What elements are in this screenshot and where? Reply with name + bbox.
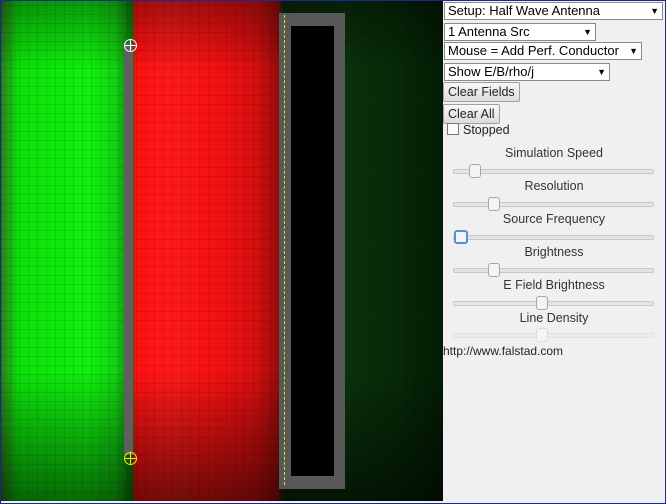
antenna-rod[interactable] [124, 43, 133, 455]
clear-all-button[interactable]: Clear All [443, 104, 500, 124]
line-density-thumb[interactable] [536, 328, 548, 342]
antenna-bottom-handle[interactable] [124, 452, 137, 465]
resolution-thumb[interactable] [488, 197, 500, 211]
source-frequency-slider[interactable] [453, 230, 654, 244]
chevron-down-icon: ▼ [597, 67, 606, 77]
e-field-brightness-label: E Field Brightness [503, 278, 605, 292]
setup-select[interactable]: Setup: Half Wave Antenna ▼ [444, 2, 663, 20]
field-shading-top [1, 1, 443, 71]
brightness-slider[interactable] [453, 263, 654, 277]
current-line [284, 15, 285, 485]
clear-fields-button[interactable]: Clear Fields [443, 82, 520, 102]
brightness-thumb[interactable] [488, 263, 500, 277]
e-field-brightness-slider[interactable] [453, 296, 654, 310]
source-select[interactable]: 1 Antenna Src ▼ [444, 23, 596, 41]
control-panel: Setup: Half Wave Antenna ▼ 1 Antenna Src… [443, 1, 665, 501]
chevron-down-icon: ▼ [583, 27, 592, 37]
line-density-label: Line Density [519, 311, 589, 325]
stopped-label: Stopped [463, 123, 510, 137]
e-field-brightness-thumb[interactable] [536, 296, 548, 310]
brightness-label: Brightness [524, 245, 584, 259]
setup-select-value: Setup: Half Wave Antenna [448, 3, 601, 18]
stopped-row[interactable]: Stopped [447, 123, 510, 137]
resolution-label: Resolution [524, 179, 584, 193]
display-select-value: Show E/B/rho/j [448, 64, 534, 79]
stopped-checkbox[interactable] [447, 123, 459, 135]
chevron-down-icon: ▼ [629, 46, 638, 56]
field-shading-bottom [1, 371, 443, 501]
simulation-speed-slider[interactable] [453, 164, 654, 178]
simulation-speed-thumb[interactable] [469, 164, 481, 178]
source-select-value: 1 Antenna Src [448, 24, 530, 39]
simulation-canvas[interactable] [1, 1, 443, 501]
simulation-speed-label: Simulation Speed [505, 146, 603, 160]
source-frequency-label: Source Frequency [502, 212, 606, 226]
display-select[interactable]: Show E/B/rho/j ▼ [444, 63, 610, 81]
chevron-down-icon: ▼ [650, 6, 659, 16]
mouse-mode-select[interactable]: Mouse = Add Perf. Conductor ▼ [444, 42, 642, 60]
source-url[interactable]: http://www.falstad.com [443, 344, 563, 358]
resolution-slider[interactable] [453, 197, 654, 211]
mouse-mode-select-value: Mouse = Add Perf. Conductor [448, 43, 619, 58]
antenna-top-handle[interactable] [124, 39, 137, 52]
source-frequency-thumb[interactable] [454, 230, 468, 244]
conductor-interior [291, 26, 334, 476]
line-density-slider[interactable] [453, 328, 654, 342]
